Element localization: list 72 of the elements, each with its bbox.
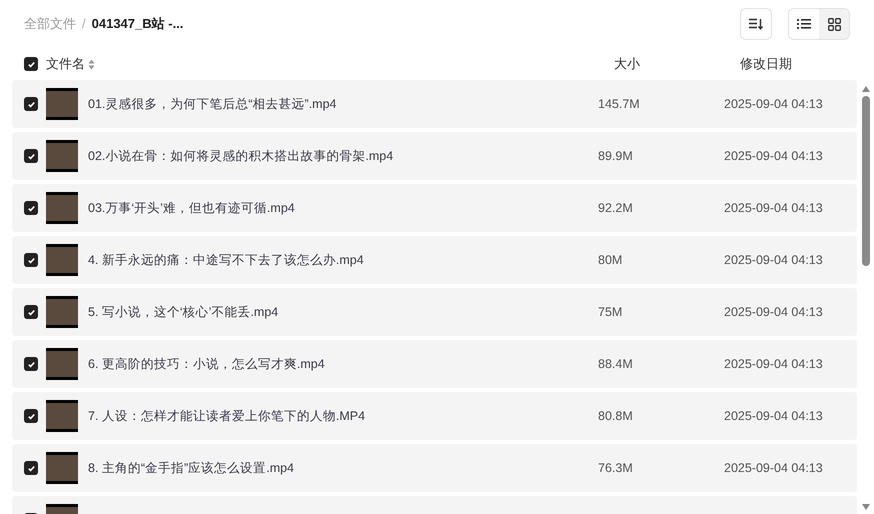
sort-arrows-icon[interactable] [88, 58, 95, 70]
check-icon [26, 204, 36, 212]
file-row[interactable]: 8. 主角的“金手指”应该怎么设置.mp4 76.3M 2025-09-04 04:13 [12, 444, 857, 492]
file-name[interactable]: 5. 写小说，这个‘核心’不能丢.mp4 [88, 302, 598, 322]
photo-placeholder [46, 348, 78, 380]
photo-placeholder [46, 140, 78, 172]
check-icon [26, 60, 36, 68]
sort-button[interactable] [740, 8, 772, 40]
scrollbar-thumb[interactable] [862, 96, 870, 266]
file-row[interactable]: 4. 新手永远的痛：中途写不下去了该怎么办.mp4 80M 2025-09-04 04:13 [12, 236, 857, 284]
file-size: 92.2M [598, 200, 634, 217]
file-size: 76.3M [598, 460, 634, 477]
file-size: 88.4M [598, 356, 634, 373]
modified-date: 2025-09-04 04:13 [724, 460, 823, 477]
checkbox[interactable] [24, 461, 38, 475]
list-icon [797, 18, 811, 30]
photo-placeholder [46, 400, 78, 432]
photo-placeholder [46, 192, 78, 224]
modified-date: 2025-09-04 04:13 [724, 96, 823, 113]
file-row[interactable]: 7. 人设：怎样才能让读者爱上你笔下的人物.MP4 80.8M 2025-09-04 04:13 [12, 392, 857, 440]
scroll-down-icon[interactable] [862, 504, 870, 510]
check-icon [26, 308, 36, 316]
column-header[interactable]: 文件名 [46, 54, 85, 74]
checkbox[interactable] [24, 57, 38, 71]
file-size: 80.8M [598, 408, 634, 425]
checkbox[interactable] [24, 253, 38, 267]
file-row[interactable]: 01.灵感很多，为何下笔后总“相去甚远”.mp4 145.7M 2025-09-04 04:13 [12, 80, 857, 128]
checkbox[interactable] [24, 357, 38, 371]
column-header[interactable]: 大小 [614, 54, 740, 74]
modified-date: 2025-09-04 04:13 [724, 252, 823, 269]
file-name[interactable]: 6. 更高阶的技巧：小说，怎么写才爽.mp4 [88, 354, 598, 374]
checkbox[interactable] [24, 305, 38, 319]
file-row[interactable]: 02.小说在骨：如何将灵感的积木搭出故事的骨架.mp4 89.9M 2025-09-04 04:13 [12, 132, 857, 180]
file-size: 89.9M [598, 148, 634, 165]
checkbox[interactable] [24, 409, 38, 423]
check-icon [26, 360, 36, 368]
check-icon [26, 412, 36, 420]
file-size: 145.7M [598, 96, 641, 113]
modified-date: 2025-09-04 04:13 [724, 200, 823, 217]
sort-icon [749, 18, 763, 30]
checkbox[interactable] [24, 97, 38, 111]
file-name[interactable]: 02.小说在骨：如何将灵感的积木搭出故事的骨架.mp4 [88, 146, 598, 166]
modified-date: 2025-09-04 04:13 [724, 408, 823, 425]
check-icon [26, 256, 36, 264]
file-name[interactable]: 01.灵感很多，为何下笔后总“相去甚远”.mp4 [88, 94, 598, 114]
file-name[interactable]: 03.万事‘开头’难，但也有迹可循.mp4 [88, 198, 598, 218]
breadcrumb-separator: / [82, 15, 86, 34]
breadcrumb-current: 041347_B站 -... [92, 15, 184, 34]
grid-icon [828, 18, 840, 30]
scroll-up-icon[interactable] [862, 86, 870, 92]
file-name[interactable]: 7. 人设：怎样才能让读者爱上你笔下的人物.MP4 [88, 406, 598, 426]
file-row[interactable]: 6. 更高阶的技巧：小说，怎么写才爽.mp4 88.4M 2025-09-04 04:13 [12, 340, 857, 388]
checkbox[interactable] [24, 201, 38, 215]
photo-placeholder [46, 88, 78, 120]
modified-date: 2025-09-04 04:13 [724, 148, 823, 165]
photo-placeholder [46, 296, 78, 328]
view-mode-button[interactable] [819, 9, 849, 39]
check-icon [26, 152, 36, 160]
file-row[interactable]: 03.万事‘开头’难，但也有迹可循.mp4 92.2M 2025-09-04 04:13 [12, 184, 857, 232]
file-name[interactable]: 8. 主角的“金手指”应该怎么设置.mp4 [88, 458, 598, 478]
photo-placeholder [46, 452, 78, 484]
modified-date: 2025-09-04 04:13 [724, 304, 823, 321]
check-icon [26, 100, 36, 108]
checkbox[interactable] [24, 149, 38, 163]
file-row[interactable]: 5. 写小说，这个‘核心’不能丢.mp4 75M 2025-09-04 04:13 [12, 288, 857, 336]
file-name[interactable]: 4. 新手永远的痛：中途写不下去了该怎么办.mp4 [88, 250, 598, 270]
photo-placeholder [46, 244, 78, 276]
check-icon [26, 464, 36, 472]
modified-date: 2025-09-04 04:13 [724, 356, 823, 373]
file-size: 75M [598, 304, 624, 321]
file-size: 80M [598, 252, 624, 269]
column-header[interactable]: 修改日期 [740, 54, 792, 74]
